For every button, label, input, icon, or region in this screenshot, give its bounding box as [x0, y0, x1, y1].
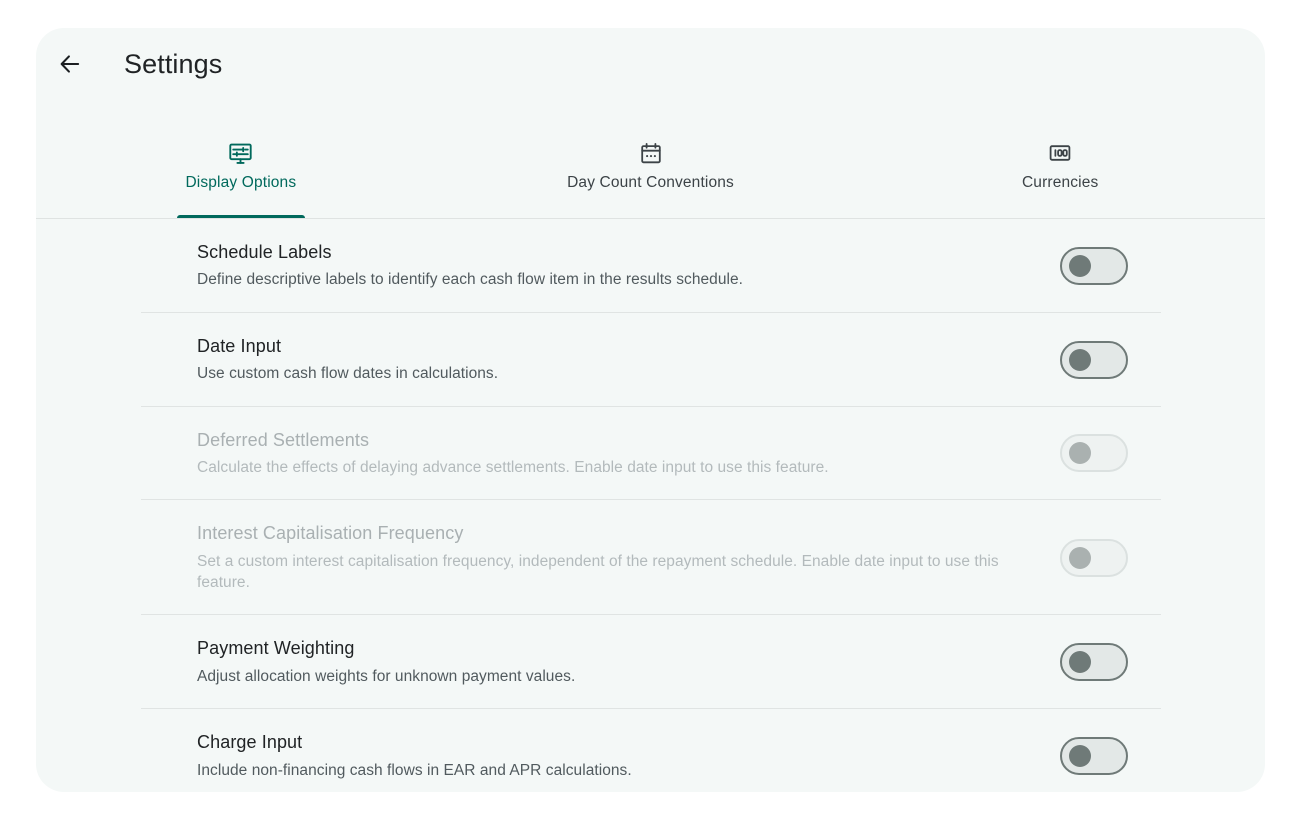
setting-text: Date Input Use custom cash flow dates in… [141, 335, 498, 385]
tab-label: Day Count Conventions [567, 174, 734, 191]
setting-title: Interest Capitalisation Frequency [197, 523, 464, 544]
toggle-knob [1069, 442, 1091, 465]
settings-tabs: Display Options Day Count Conventions Cu… [36, 126, 1265, 219]
back-button[interactable] [46, 40, 94, 88]
tab-label: Currencies [1021, 174, 1099, 191]
toggle-interest-capitalisation-frequency [1060, 538, 1128, 577]
setting-description: Use custom cash flow dates in calculatio… [197, 365, 499, 383]
setting-description: Define descriptive labels to identify ea… [197, 271, 744, 289]
setting-row-deferred-settlements: Deferred Settlements Calculate the effec… [141, 407, 1161, 501]
banknote-100-icon [1048, 140, 1072, 166]
setting-text: Deferred Settlements Calculate the effec… [141, 429, 829, 479]
setting-title: Schedule Labels [197, 242, 332, 262]
toggle-date-input[interactable] [1060, 340, 1128, 379]
calendar-icon [639, 140, 663, 166]
page-header: Settings [36, 28, 1265, 100]
toggle-knob [1069, 745, 1091, 768]
setting-text: Payment Weighting Adjust allocation weig… [141, 637, 575, 687]
setting-row-interest-capitalisation-frequency: Interest Capitalisation Frequency Set a … [141, 500, 1161, 616]
settings-page: Settings Display Options Day Count Conve… [0, 0, 1300, 820]
setting-title: Date Input [197, 335, 282, 356]
toggle-payment-weighting[interactable] [1060, 643, 1128, 682]
settings-card: Settings Display Options Day Count Conve… [36, 28, 1265, 792]
tab-day-count-conventions[interactable]: Day Count Conventions [446, 126, 856, 219]
setting-text: Schedule Labels Define descriptive label… [141, 241, 743, 291]
setting-text: Charge Input Include non-financing cash … [141, 731, 632, 781]
arrow-left-icon [57, 51, 83, 77]
setting-title: Payment Weighting [197, 638, 355, 659]
setting-row-charge-input: Charge Input Include non-financing cash … [141, 709, 1161, 792]
setting-description: Set a custom interest capitalisation fre… [197, 552, 999, 592]
tab-display-options[interactable]: Display Options [36, 126, 446, 219]
setting-title: Charge Input [197, 732, 303, 753]
setting-row-date-input: Date Input Use custom cash flow dates in… [141, 313, 1161, 407]
setting-description: Adjust allocation weights for unknown pa… [197, 667, 576, 685]
toggle-deferred-settlements [1060, 434, 1128, 473]
toggle-knob [1069, 348, 1091, 371]
tab-label: Display Options [185, 174, 297, 191]
setting-description: Include non-financing cash flows in EAR … [197, 761, 632, 779]
toggle-knob [1069, 651, 1091, 674]
toggle-charge-input[interactable] [1060, 737, 1128, 776]
page-title: Settings [124, 48, 223, 79]
toggle-knob [1069, 546, 1091, 569]
settings-list: Schedule Labels Define descriptive label… [141, 219, 1161, 792]
toggle-knob [1069, 254, 1091, 277]
tab-currencies[interactable]: Currencies [855, 126, 1265, 219]
display-settings-icon [228, 140, 253, 166]
setting-row-schedule-labels: Schedule Labels Define descriptive label… [141, 219, 1161, 313]
setting-title: Deferred Settlements [197, 429, 370, 450]
setting-text: Interest Capitalisation Frequency Set a … [141, 522, 1021, 593]
toggle-schedule-labels[interactable] [1060, 246, 1128, 285]
setting-description: Calculate the effects of delaying advanc… [197, 458, 829, 476]
setting-row-payment-weighting: Payment Weighting Adjust allocation weig… [141, 615, 1161, 710]
